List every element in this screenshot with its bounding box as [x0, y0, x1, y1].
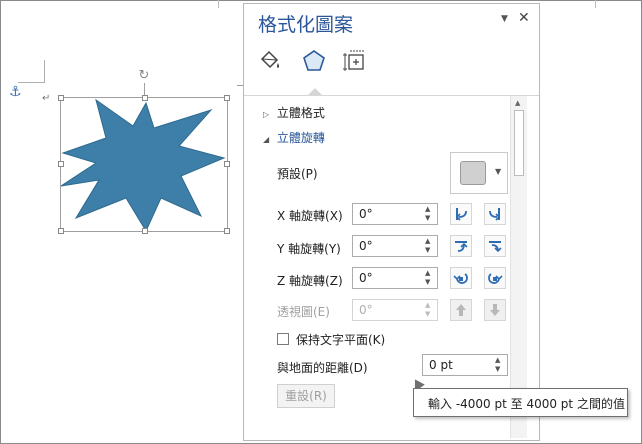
spin-up-icon[interactable]: ▲ [425, 301, 430, 309]
distance-input[interactable]: 0 pt ▲ ▼ [422, 354, 508, 376]
resize-handle[interactable] [58, 228, 64, 234]
preset-dropdown-button[interactable]: ▼ [450, 152, 508, 194]
resize-handle[interactable] [58, 95, 64, 101]
y-rotation-value: 0° [359, 239, 373, 253]
z-rotation-value: 0° [359, 271, 373, 285]
pane-title: 格式化圖案 [258, 14, 354, 36]
spin-down-icon[interactable]: ▼ [425, 214, 430, 222]
page-corner-mark [595, 0, 596, 8]
section-3d-format[interactable]: ▷ 立體格式 [263, 104, 325, 121]
z-rotation-input[interactable]: 0° ▲ ▼ [352, 267, 438, 289]
resize-handle[interactable] [58, 161, 64, 167]
resize-handle[interactable] [142, 95, 148, 101]
perspective-value: 0° [359, 303, 373, 317]
spin-down-icon[interactable]: ▼ [425, 278, 430, 286]
y-rotation-input[interactable]: 0° ▲ ▼ [352, 235, 438, 257]
pentagon-icon[interactable] [301, 48, 327, 74]
paint-bucket-icon[interactable] [257, 48, 283, 74]
spin-up-icon[interactable]: ▲ [425, 269, 430, 277]
spin-down-icon[interactable]: ▼ [425, 246, 430, 254]
scroll-up-icon[interactable]: ▲ [515, 99, 520, 107]
rotate-counterclockwise-icon [453, 273, 468, 284]
perspective-decrease-button[interactable] [484, 299, 506, 321]
perspective-label: 透視圖(E) [277, 305, 330, 319]
expand-right-icon: ▷ [263, 110, 270, 119]
explosion-star-shape[interactable] [61, 98, 227, 231]
selected-shape[interactable] [58, 95, 230, 234]
rotate-left-icon [455, 208, 467, 221]
z-rotate-cw-button[interactable] [484, 267, 506, 289]
margin-guide [18, 82, 44, 83]
spin-down-icon[interactable]: ▼ [425, 310, 430, 318]
section-3d-rotation[interactable]: ◢ 立體旋轉 [263, 129, 325, 146]
x-rotation-input[interactable]: 0° ▲ ▼ [352, 203, 438, 225]
pane-divider [244, 95, 539, 96]
resize-handle[interactable] [224, 95, 230, 101]
anchor-icon[interactable]: ⚓ [9, 84, 22, 100]
size-layout-icon[interactable] [341, 48, 367, 74]
y-rotate-up-button[interactable] [484, 235, 506, 257]
spin-up-icon[interactable]: ▲ [495, 356, 500, 364]
scroll-thumb[interactable] [514, 110, 524, 176]
pane-scrollbar[interactable]: ▲ [510, 96, 527, 438]
section-label: 立體旋轉 [276, 131, 325, 145]
x-rotate-left-button[interactable] [450, 203, 472, 225]
keep-text-flat-label: 保持文字平面(K) [296, 333, 386, 347]
margin-guide [44, 60, 45, 83]
y-rotation-label: Y 軸旋轉(Y) [277, 242, 341, 256]
page-corner-mark [218, 0, 219, 8]
close-icon[interactable]: ✕ [518, 10, 530, 26]
x-rotation-label: X 軸旋轉(X) [277, 209, 343, 223]
resize-handle[interactable] [224, 228, 230, 234]
y-rotate-down-button[interactable] [450, 235, 472, 257]
perspective-input[interactable]: 0° ▲ ▼ [352, 299, 438, 321]
paragraph-mark-icon: ↵ [42, 93, 51, 104]
distance-value: 0 pt [429, 358, 453, 372]
reset-button[interactable]: 重設(R) [277, 384, 335, 408]
resize-handle[interactable] [224, 161, 230, 167]
rotate-up-icon [489, 241, 502, 253]
keep-text-flat-checkbox[interactable] [277, 333, 289, 345]
perspective-increase-button[interactable] [450, 299, 472, 321]
rotate-right-icon [489, 208, 501, 221]
resize-handle[interactable] [142, 228, 148, 234]
format-shape-pane: 格式化圖案 ▼ ✕ ▲ ▷ 立體格式 ◢ 立體旋轉 預設(P) ▼ X 軸旋轉(… [243, 3, 540, 441]
expand-down-icon: ◢ [263, 135, 270, 144]
x-rotation-value: 0° [359, 207, 373, 221]
z-rotation-label: Z 軸旋轉(Z) [277, 274, 343, 288]
distance-tooltip: 輸入 -4000 pt 至 4000 pt 之間的值 [413, 388, 628, 417]
arrow-down-icon [490, 304, 500, 316]
distance-label: 與地面的距離(D) [277, 361, 368, 375]
triangle-down-icon[interactable]: ▼ [501, 14, 508, 24]
rotate-clockwise-icon [488, 273, 503, 284]
selected-tab-indicator [308, 88, 322, 95]
rotate-down-icon [455, 241, 468, 252]
spin-down-icon[interactable]: ▼ [495, 365, 500, 373]
section-label: 立體格式 [276, 106, 325, 120]
chevron-down-icon: ▼ [495, 167, 502, 176]
spin-up-icon[interactable]: ▲ [425, 205, 430, 213]
preset-swatch [460, 161, 486, 185]
z-rotate-ccw-button[interactable] [450, 267, 472, 289]
x-rotate-right-button[interactable] [484, 203, 506, 225]
rotate-handle-icon[interactable]: ↻ [137, 69, 151, 83]
preset-label: 預設(P) [277, 167, 318, 181]
spin-up-icon[interactable]: ▲ [425, 237, 430, 245]
arrow-up-icon [456, 304, 466, 316]
